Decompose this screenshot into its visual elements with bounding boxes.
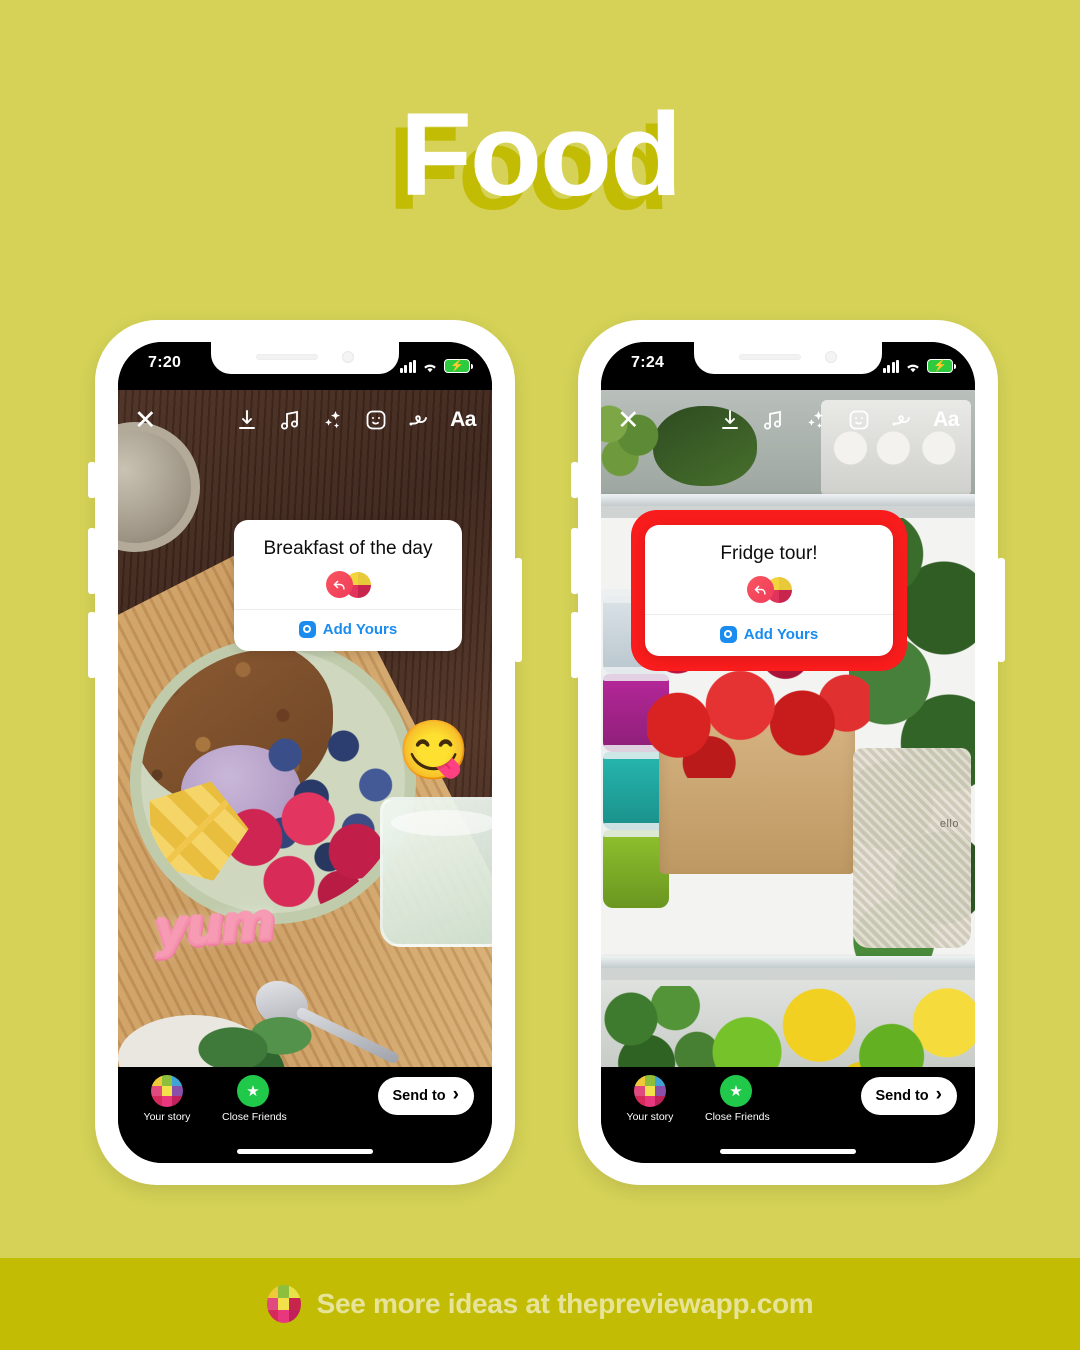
page-title-container: Food (0, 96, 1080, 236)
add-yours-button[interactable]: Add Yours (645, 615, 893, 656)
footer-banner: See more ideas at thepreviewapp.com (0, 1258, 1080, 1350)
your-story-label: Your story (143, 1111, 191, 1123)
close-icon[interactable]: ✕ (134, 406, 157, 434)
add-yours-sticker: Fridge tour! Add Yours (645, 525, 893, 656)
notch (694, 342, 882, 374)
your-story-option[interactable]: Your story (619, 1075, 681, 1123)
your-story-label: Your story (626, 1111, 674, 1123)
power-button[interactable] (997, 558, 1005, 662)
add-yours-reply-icon (325, 571, 371, 599)
status-bar: 7:24 ⚡ (601, 342, 975, 390)
draw-squiggle-icon[interactable] (890, 408, 914, 432)
story-photo-smoothie-bowl: ✕ Aa Breakfast of the day Add Yours 😋 yu… (118, 390, 492, 1067)
text-tool-icon[interactable]: Aa (450, 408, 476, 432)
close-friends-star-icon: ★ (237, 1075, 269, 1107)
volume-down-button[interactable] (571, 612, 579, 678)
avatar (151, 1075, 183, 1107)
story-share-bar: Your story ★ Close Friends Send to › (118, 1067, 492, 1163)
close-friends-star-icon: ★ (720, 1075, 752, 1107)
phone-screen-right: 7:24 ⚡ ello ✕ Aa Fridge tour! Add Yours … (601, 342, 975, 1163)
add-yours-button[interactable]: Add Yours (234, 610, 462, 651)
close-friends-option[interactable]: ★ Close Friends (705, 1075, 770, 1123)
close-friends-label: Close Friends (222, 1111, 287, 1123)
status-bar: 7:20 ⚡ (118, 342, 492, 390)
cellular-signal-icon (882, 360, 899, 373)
cellular-signal-icon (399, 360, 416, 373)
front-camera-icon (342, 351, 354, 363)
send-to-button[interactable]: Send to › (377, 1077, 474, 1115)
send-to-label: Send to (392, 1088, 446, 1104)
draw-squiggle-icon[interactable] (407, 408, 431, 432)
status-indicators: ⚡ (399, 355, 473, 373)
volume-down-button[interactable] (88, 612, 96, 678)
music-note-icon[interactable] (278, 408, 302, 432)
story-share-bar: Your story ★ Close Friends Send to › (601, 1067, 975, 1163)
battery-charging-icon: ⚡ (927, 359, 956, 373)
send-to-button[interactable]: Send to › (860, 1077, 957, 1115)
status-time: 7:20 (148, 354, 182, 371)
silent-switch[interactable] (571, 462, 579, 498)
close-friends-label: Close Friends (705, 1111, 770, 1123)
sticker-smiley-icon[interactable] (847, 408, 871, 432)
front-camera-icon (825, 351, 837, 363)
volume-up-button[interactable] (88, 528, 96, 594)
home-indicator (237, 1149, 373, 1154)
notch (211, 342, 399, 374)
add-yours-sticker: Breakfast of the day Add Yours (234, 520, 462, 651)
close-friends-option[interactable]: ★ Close Friends (222, 1075, 287, 1123)
power-button[interactable] (514, 558, 522, 662)
status-indicators: ⚡ (882, 355, 956, 373)
yummy-face-emoji[interactable]: 😋 (398, 722, 470, 780)
silent-switch[interactable] (88, 462, 96, 498)
add-yours-reply-icon (746, 576, 792, 604)
close-icon[interactable]: ✕ (617, 406, 640, 434)
story-photo-fridge: ello ✕ Aa Fridge tour! Add Yours (601, 390, 975, 1067)
add-yours-sticker-container-highlighted[interactable]: Fridge tour! Add Yours (631, 510, 907, 671)
wifi-icon (422, 361, 438, 373)
story-editor-toolbar: ✕ Aa (118, 398, 492, 442)
camera-icon (298, 620, 316, 638)
volume-up-button[interactable] (571, 528, 579, 594)
phone-screen-left: 7:20 ⚡ ✕ Aa Breakfast of the day Add You… (118, 342, 492, 1163)
camera-icon (719, 625, 737, 643)
download-icon[interactable] (235, 408, 259, 432)
add-yours-sticker-container[interactable]: Breakfast of the day Add Yours (234, 520, 462, 651)
sparkles-icon[interactable] (804, 408, 828, 432)
sticker-prompt-title: Breakfast of the day (263, 538, 433, 559)
sticker-smiley-icon[interactable] (364, 408, 388, 432)
your-story-option[interactable]: Your story (136, 1075, 198, 1123)
poster-canvas: Food 7:20 ⚡ ✕ Aa Breakfast of the day Ad… (0, 0, 1080, 1350)
earpiece-speaker-icon (256, 354, 318, 360)
phone-mockup-right: 7:24 ⚡ ello ✕ Aa Fridge tour! Add Yours … (571, 320, 1005, 1185)
battery-charging-icon: ⚡ (444, 359, 473, 373)
avatar (634, 1075, 666, 1107)
wifi-icon (905, 361, 921, 373)
send-to-label: Send to (875, 1088, 929, 1104)
phone-mockup-left: 7:20 ⚡ ✕ Aa Breakfast of the day Add You… (88, 320, 522, 1185)
sparkles-icon[interactable] (321, 408, 345, 432)
text-tool-icon[interactable]: Aa (933, 408, 959, 432)
earpiece-speaker-icon (739, 354, 801, 360)
yum-text-sticker[interactable]: yum (152, 891, 275, 959)
home-indicator (720, 1149, 856, 1154)
music-note-icon[interactable] (761, 408, 785, 432)
preview-app-grid-logo (266, 1285, 301, 1323)
page-title: Food (399, 89, 682, 221)
add-yours-label: Add Yours (322, 620, 398, 638)
status-time: 7:24 (631, 354, 665, 371)
footer-text: See more ideas at thepreviewapp.com (316, 1288, 814, 1319)
download-icon[interactable] (718, 408, 742, 432)
add-yours-label: Add Yours (743, 625, 819, 643)
story-editor-toolbar: ✕ Aa (601, 398, 975, 442)
sticker-prompt-title: Fridge tour! (720, 543, 818, 564)
